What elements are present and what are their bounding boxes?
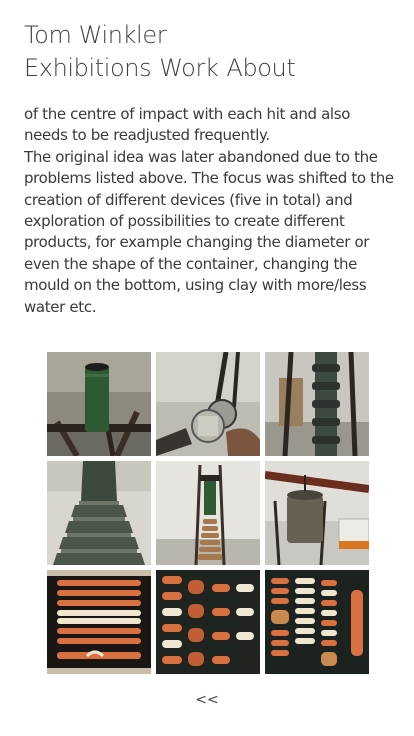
pipe-device-studio-photo (156, 461, 260, 565)
gallery-thumb-6[interactable] (265, 461, 369, 565)
gallery-thumb-7[interactable] (47, 570, 151, 674)
extruded-clay-column-photo (47, 461, 151, 565)
clay-pieces-assorted-photo (265, 570, 369, 674)
gallery-thumb-3[interactable] (265, 352, 369, 456)
article-text: of the centre of impact with each hit an… (24, 104, 396, 318)
previous-page-link[interactable]: << (195, 692, 218, 708)
clay-pieces-rows-photo (156, 570, 260, 674)
stacked-pipe-stand-photo (265, 352, 369, 456)
image-gallery (47, 352, 369, 674)
gallery-thumb-8[interactable] (156, 570, 260, 674)
article-paragraph: The original idea was later abandoned du… (24, 147, 394, 316)
green-pipe-tripod-photo (47, 352, 151, 456)
nav-work[interactable]: Work (159, 53, 219, 83)
gallery-thumb-2[interactable] (156, 352, 260, 456)
clay-pieces-dark-grid-photo (47, 570, 151, 674)
site-header: Tom Winkler Exhibitions Work About (24, 20, 394, 83)
hanging-container-railing-photo (265, 461, 369, 565)
nav-about[interactable]: About (226, 53, 295, 83)
site-title[interactable]: Tom Winkler (24, 20, 394, 50)
nav-exhibitions[interactable]: Exhibitions (24, 53, 152, 83)
main-nav: Exhibitions Work About (24, 53, 394, 83)
hand-holding-mould-photo (156, 352, 260, 456)
gallery-thumb-1[interactable] (47, 352, 151, 456)
article-paragraph: of the centre of impact with each hit an… (24, 105, 351, 145)
gallery-thumb-4[interactable] (47, 461, 151, 565)
pagination: << (0, 692, 414, 708)
gallery-thumb-5[interactable] (156, 461, 260, 565)
gallery-thumb-9[interactable] (265, 570, 369, 674)
